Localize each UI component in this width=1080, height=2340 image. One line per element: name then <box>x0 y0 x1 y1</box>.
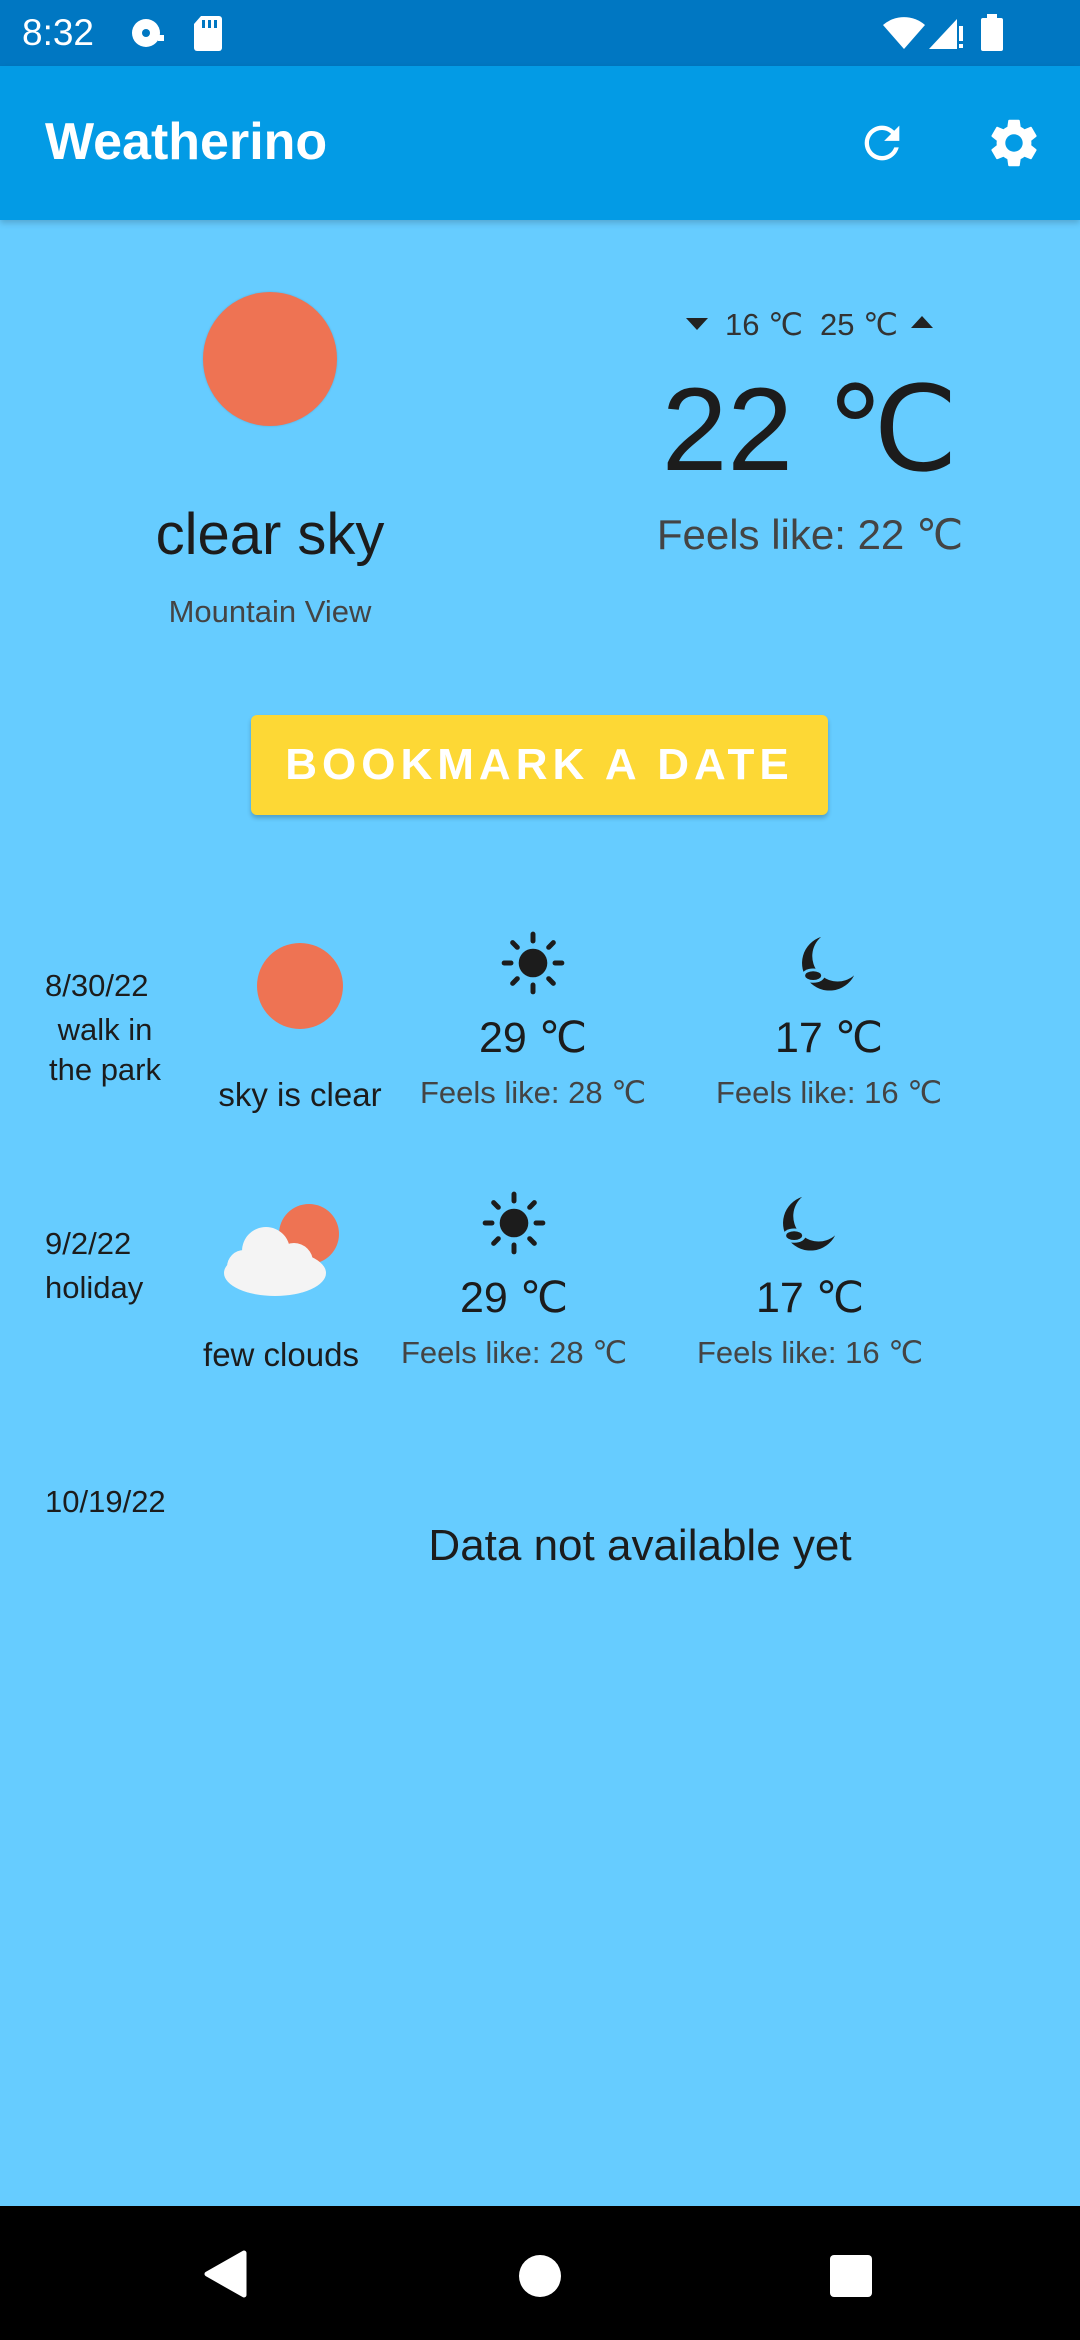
bookmark-date-button[interactable]: BOOKMARK A DATE <box>251 715 828 815</box>
night-temperature: 17 ℃ <box>755 1274 865 1322</box>
recents-icon[interactable] <box>829 2254 873 2298</box>
wifi-icon <box>883 17 925 49</box>
moon-icon <box>801 936 855 991</box>
app-bar: Weatherino <box>0 66 1080 220</box>
clear-sky-sun-icon <box>203 292 337 426</box>
min-max-temperature: 16 ℃ 25 ℃ <box>670 302 950 348</box>
night-feels-like: Feels like: 16 ℃ <box>715 1075 943 1110</box>
current-location: Mountain View <box>168 594 372 629</box>
few-clouds-icon <box>224 1204 339 1296</box>
status-time: 8:32 <box>22 12 95 53</box>
arrow-down-icon <box>686 318 708 330</box>
condition-text: few clouds <box>203 1336 359 1373</box>
weather-screen: 8:32 Weatherino clear sky Mountain View … <box>0 0 1080 2340</box>
refresh-icon <box>864 125 900 161</box>
back-icon[interactable] <box>202 2250 248 2298</box>
clear-sky-sun-icon <box>257 943 343 1029</box>
bookmark-date: 9/2/22 <box>45 1226 132 1261</box>
navigation-bar <box>0 2206 1080 2340</box>
current-temperature: 22 ℃ <box>661 364 959 496</box>
bookmark-row[interactable]: 10/19/22 Data not available yet <box>0 1440 1080 1600</box>
settings-icon <box>991 119 1037 167</box>
bookmark-date: 10/19/22 <box>45 1484 166 1519</box>
night-temperature: 17 ℃ <box>774 1014 884 1062</box>
media-icon <box>132 19 164 47</box>
data-not-available-text: Data not available yet <box>428 1521 852 1570</box>
day-feels-like: Feels like: 28 ℃ <box>400 1335 628 1370</box>
current-description: clear sky <box>155 502 385 567</box>
bookmark-row[interactable]: 9/2/22 holiday few clouds 29 ℃ Feels lik… <box>0 1180 1080 1400</box>
bookmark-label: walk in the park <box>48 1012 161 1087</box>
condition-text: sky is clear <box>218 1076 382 1113</box>
moon-icon <box>782 1196 836 1251</box>
day-temperature: 29 ℃ <box>459 1274 569 1322</box>
sun-icon <box>501 931 565 995</box>
sd-card-icon <box>194 16 222 51</box>
bookmark-row[interactable]: 8/30/22 walk in the park sky is clear 29… <box>0 920 1080 1140</box>
signal-icon <box>929 19 963 49</box>
day-feels-like: Feels like: 28 ℃ <box>419 1075 647 1110</box>
current-feels-like: Feels like: 22 ℃ <box>656 511 964 558</box>
status-bar: 8:32 <box>0 0 1080 66</box>
bookmark-label: holiday <box>45 1270 144 1305</box>
arrow-up-icon <box>911 316 933 328</box>
bookmark-date: 8/30/22 <box>45 968 149 1003</box>
max-temperature: 25 ℃ <box>820 307 898 342</box>
refresh-button[interactable] <box>837 98 927 188</box>
min-temperature: 16 ℃ <box>725 307 803 342</box>
settings-button[interactable] <box>969 98 1059 188</box>
night-feels-like: Feels like: 16 ℃ <box>696 1335 924 1370</box>
home-icon[interactable] <box>518 2254 562 2298</box>
app-title: Weatherino <box>45 113 328 171</box>
battery-icon <box>981 14 1003 51</box>
sun-icon <box>482 1191 546 1255</box>
day-temperature: 29 ℃ <box>478 1014 588 1062</box>
